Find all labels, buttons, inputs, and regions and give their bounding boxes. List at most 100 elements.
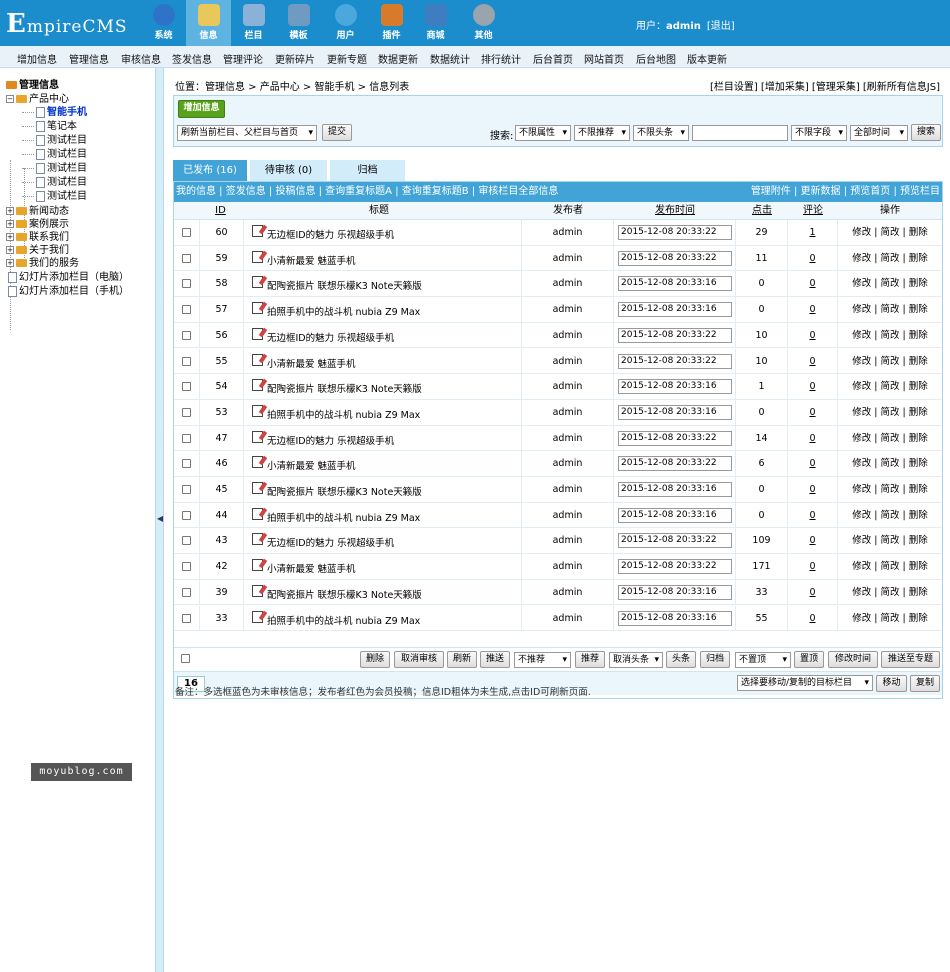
row-comments[interactable]: 0 [788, 451, 838, 477]
tree-group[interactable]: + 我们的服务 [6, 254, 79, 269]
col-clicks[interactable]: 点击 [736, 202, 788, 220]
row-time-input[interactable]: 2015-12-08 20:33:22 [618, 533, 732, 549]
tree-child[interactable]: 智能手机 [22, 103, 87, 118]
edit-icon[interactable] [252, 610, 263, 623]
row-title[interactable]: 配陶瓷振片 联想乐檬K3 Note天籁版 [267, 384, 422, 395]
row-id[interactable]: 54 [200, 374, 244, 400]
row-title[interactable]: 无边框ID的魅力 乐视超级手机 [267, 230, 394, 241]
menu-item[interactable]: 网站首页 [584, 51, 624, 66]
edit-icon[interactable] [252, 225, 263, 237]
row-title[interactable]: 小清新最爱 魅蓝手机 [267, 359, 356, 370]
row-id[interactable]: 42 [200, 554, 244, 580]
row-title[interactable]: 小清新最爱 魅蓝手机 [267, 564, 356, 575]
row-id[interactable]: 57 [200, 297, 244, 323]
row-time-input[interactable]: 2015-12-08 20:33:22 [618, 456, 732, 472]
row-title[interactable]: 配陶瓷振片 联想乐檬K3 Note天籁版 [267, 487, 422, 498]
row-time-input[interactable]: 2015-12-08 20:33:16 [618, 404, 732, 420]
breadcrumb-path[interactable]: 管理信息 > 产品中心 > 智能手机 > 信息列表 [205, 82, 409, 93]
edit-icon[interactable] [252, 533, 263, 546]
nav-5[interactable]: 用户 [323, 0, 368, 46]
list-header-right-links[interactable]: 管理附件 | 更新数据 | 预览首页 | 预览栏目 [751, 182, 940, 202]
row-time-input[interactable]: 2015-12-08 20:33:22 [618, 430, 732, 446]
row-title[interactable]: 拍照手机中的战斗机 nubia Z9 Max [267, 307, 420, 318]
expand-icon[interactable]: + [6, 207, 14, 215]
row-ops[interactable]: 修改 | 简改 | 删除 [838, 503, 942, 529]
refresh-scope-select[interactable]: 刷新当前栏目、父栏目与首页 [177, 125, 317, 141]
row-id[interactable]: 43 [200, 528, 244, 555]
top-level-select[interactable]: 不置顶 [735, 652, 791, 668]
delete-button[interactable]: 删除 [360, 651, 390, 668]
row-id[interactable]: 33 [200, 605, 244, 632]
edit-icon[interactable] [252, 559, 263, 572]
edit-icon[interactable] [252, 327, 263, 340]
tab-published[interactable]: 已发布 (16) [173, 160, 247, 181]
row-id[interactable]: 46 [200, 451, 244, 477]
tree-child[interactable]: 测试栏目 [22, 159, 87, 174]
row-comments[interactable]: 0 [788, 348, 838, 375]
collapse-icon[interactable]: − [6, 95, 14, 103]
row-title[interactable]: 拍照手机中的战斗机 nubia Z9 Max [267, 513, 420, 524]
menu-item[interactable]: 签发信息 [172, 51, 212, 66]
row-time-input[interactable]: 2015-12-08 20:33:16 [618, 584, 732, 600]
col-time[interactable]: 发布时间 [614, 202, 736, 220]
tab-pending[interactable]: 待审核 (0) [250, 160, 327, 181]
recommend-level-select[interactable]: 不推荐 [514, 652, 571, 668]
row-time-input[interactable]: 2015-12-08 20:33:22 [618, 353, 732, 369]
col-comments[interactable]: 评论 [788, 202, 838, 220]
push-topic-button[interactable]: 推送至专题 [881, 651, 940, 668]
headline-level-select[interactable]: 取消头条 [609, 652, 663, 668]
row-title[interactable]: 配陶瓷振片 联想乐檬K3 Note天籁版 [267, 590, 422, 601]
row-checkbox[interactable] [182, 459, 191, 469]
row-comments[interactable]: 0 [788, 477, 838, 503]
row-title[interactable]: 拍照手机中的战斗机 nubia Z9 Max [267, 410, 420, 421]
edit-icon[interactable] [252, 302, 263, 315]
row-checkbox[interactable] [182, 407, 191, 417]
copy-button[interactable]: 复制 [910, 675, 940, 692]
edit-icon[interactable] [252, 584, 263, 597]
row-time-input[interactable]: 2015-12-08 20:33:16 [618, 482, 732, 497]
row-id[interactable]: 53 [200, 399, 244, 426]
row-id[interactable]: 56 [200, 322, 244, 349]
top-links[interactable]: [栏目设置] [增加采集] [管理采集] [刷新所有信息JS] [710, 78, 940, 93]
menu-item[interactable]: 更新专题 [327, 51, 367, 66]
row-id[interactable]: 45 [200, 477, 244, 503]
empirecms-logo[interactable]: EmpireCMS [6, 9, 134, 39]
row-comments[interactable]: 0 [788, 554, 838, 580]
edit-icon[interactable] [252, 456, 263, 469]
row-comments[interactable]: 0 [788, 502, 838, 529]
nav-7[interactable]: 商城 [413, 0, 458, 46]
menu-item[interactable]: 审核信息 [121, 51, 161, 66]
row-ops[interactable]: 修改 | 简改 | 删除 [838, 246, 942, 272]
nav-2[interactable]: 信息 [186, 0, 231, 46]
search-button[interactable]: 搜索 [911, 124, 941, 141]
unaudit-button[interactable]: 取消审核 [394, 651, 444, 668]
row-title[interactable]: 小清新最爱 魅蓝手机 [267, 256, 356, 267]
row-id[interactable]: 44 [200, 502, 244, 529]
row-id[interactable]: 60 [200, 220, 244, 246]
select-all-checkbox[interactable] [181, 654, 190, 663]
row-ops[interactable]: 修改 | 简改 | 删除 [838, 426, 942, 452]
row-comments[interactable]: 0 [788, 374, 838, 400]
row-comments[interactable]: 0 [788, 271, 838, 298]
row-checkbox[interactable] [182, 485, 191, 494]
row-ops[interactable]: 修改 | 简改 | 删除 [838, 400, 942, 426]
row-time-input[interactable]: 2015-12-08 20:33:22 [618, 250, 732, 266]
menu-item[interactable]: 更新碎片 [275, 51, 315, 66]
row-ops[interactable]: 修改 | 简改 | 删除 [838, 271, 942, 297]
menu-item[interactable]: 管理信息 [69, 51, 109, 66]
col-id[interactable]: ID [210, 202, 231, 220]
push-button[interactable]: 推送 [480, 651, 510, 668]
row-checkbox[interactable] [182, 356, 191, 366]
row-id[interactable]: 39 [200, 579, 244, 606]
collapse-arrow-icon[interactable]: ◀ [157, 514, 163, 523]
top-button[interactable]: 置顶 [794, 651, 824, 668]
submit-button[interactable]: 提交 [322, 124, 352, 141]
row-checkbox[interactable] [182, 382, 191, 392]
nav-1[interactable]: 系统 [141, 0, 186, 46]
row-time-input[interactable]: 2015-12-08 20:33:22 [618, 327, 732, 343]
row-time-input[interactable]: 2015-12-08 20:33:16 [618, 610, 732, 626]
edit-icon[interactable] [252, 276, 263, 289]
panel-splitter[interactable]: ◀ [155, 68, 164, 972]
expand-icon[interactable]: + [6, 220, 14, 228]
recommend-button[interactable]: 推荐 [575, 651, 605, 668]
